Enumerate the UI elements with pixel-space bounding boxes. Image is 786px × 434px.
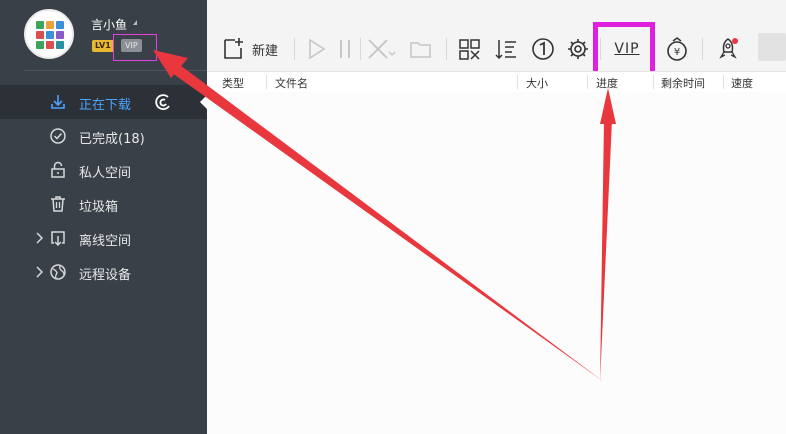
svg-text:¥: ¥ [674, 47, 680, 58]
sidebar-item-downloading[interactable]: 正在下载 [0, 85, 207, 119]
open-folder-button[interactable] [408, 36, 434, 62]
divider [24, 70, 207, 71]
play-icon [309, 38, 326, 60]
sidebar-item-offline-space[interactable]: 离线空间 [0, 221, 207, 255]
globe-icon [50, 264, 66, 280]
grid-view-button[interactable] [458, 36, 482, 62]
sidebar-item-remote-devices[interactable]: 远程设备 [0, 255, 207, 289]
lock-icon [51, 161, 65, 178]
sidebar-item-label: 远程设备 [79, 268, 132, 283]
grid-view-icon [459, 39, 480, 60]
col-filename[interactable]: 文件名 [275, 75, 308, 91]
column-headers: 类型 文件名 大小 进度 剩余时间 速度 [207, 71, 786, 93]
chevron-right-icon[interactable] [34, 265, 44, 279]
download-icon [51, 95, 65, 109]
column-divider [266, 75, 267, 89]
col-speed[interactable]: 速度 [731, 75, 753, 91]
notification-button[interactable] [716, 36, 742, 62]
gear-icon [568, 39, 588, 59]
avatar-grid-icon [36, 21, 64, 49]
folder-icon [410, 42, 431, 58]
sidebar: 言小鱼 LV1 VIP 正在下载 已完成(18) 私人空间 垃圾箱 离线空间 远… [0, 0, 207, 434]
toolbar-divider [446, 38, 447, 60]
sidebar-nav: 正在下载 已完成(18) 私人空间 垃圾箱 离线空间 远程设备 [0, 85, 207, 289]
pause-button[interactable] [336, 36, 354, 62]
search-box[interactable] [758, 33, 786, 61]
column-divider [517, 75, 518, 89]
trash-icon [51, 196, 65, 212]
avatar[interactable] [24, 9, 74, 59]
toolbar-divider [702, 38, 703, 60]
cloud-download-icon [51, 231, 65, 247]
new-task-button[interactable] [221, 36, 245, 62]
col-type[interactable]: 类型 [222, 75, 244, 91]
new-task-label[interactable]: 新建 [252, 40, 278, 59]
caret-down-icon[interactable] [133, 20, 137, 25]
col-size[interactable]: 大小 [526, 75, 548, 91]
sidebar-item-label: 已完成(18) [79, 132, 145, 147]
column-divider [723, 75, 724, 89]
col-progress[interactable]: 进度 [596, 75, 618, 91]
chevron-right-icon[interactable] [34, 231, 44, 245]
column-divider [587, 75, 588, 89]
money-bag-icon: ¥ [667, 37, 687, 61]
task-list-empty [207, 92, 786, 434]
sidebar-item-completed[interactable]: 已完成(18) [0, 119, 207, 153]
sidebar-item-label: 正在下载 [79, 98, 132, 113]
wallet-button[interactable]: ¥ [664, 36, 690, 62]
toolbar-divider [294, 38, 295, 60]
rocket-icon [719, 38, 738, 59]
column-divider [653, 75, 654, 89]
sidebar-item-label: 离线空间 [79, 234, 132, 249]
active-pointer [200, 95, 207, 109]
vip-badge-highlight [113, 34, 157, 61]
pause-icon [340, 40, 350, 58]
settings-button[interactable] [566, 36, 590, 62]
username[interactable]: 言小鱼 [91, 16, 127, 33]
start-button[interactable] [306, 36, 328, 62]
number-one-icon [532, 38, 554, 60]
toolbar-divider [360, 38, 361, 60]
single-task-button[interactable] [530, 36, 556, 62]
sidebar-item-private-space[interactable]: 私人空间 [0, 153, 207, 187]
profile-panel: 言小鱼 LV1 VIP [0, 0, 207, 72]
level-badge: LV1 [92, 40, 114, 52]
close-icon [368, 39, 396, 59]
sidebar-item-trash[interactable]: 垃圾箱 [0, 187, 207, 221]
check-circle-icon [50, 128, 66, 144]
col-remaining[interactable]: 剩余时间 [661, 75, 705, 91]
delete-button[interactable] [366, 36, 396, 62]
sort-icon [495, 40, 516, 60]
sidebar-item-label: 垃圾箱 [79, 200, 119, 215]
sort-button[interactable] [494, 36, 518, 62]
sidebar-item-label: 私人空间 [79, 166, 132, 181]
speed-boost-icon[interactable] [153, 92, 173, 112]
new-file-icon [224, 38, 243, 59]
